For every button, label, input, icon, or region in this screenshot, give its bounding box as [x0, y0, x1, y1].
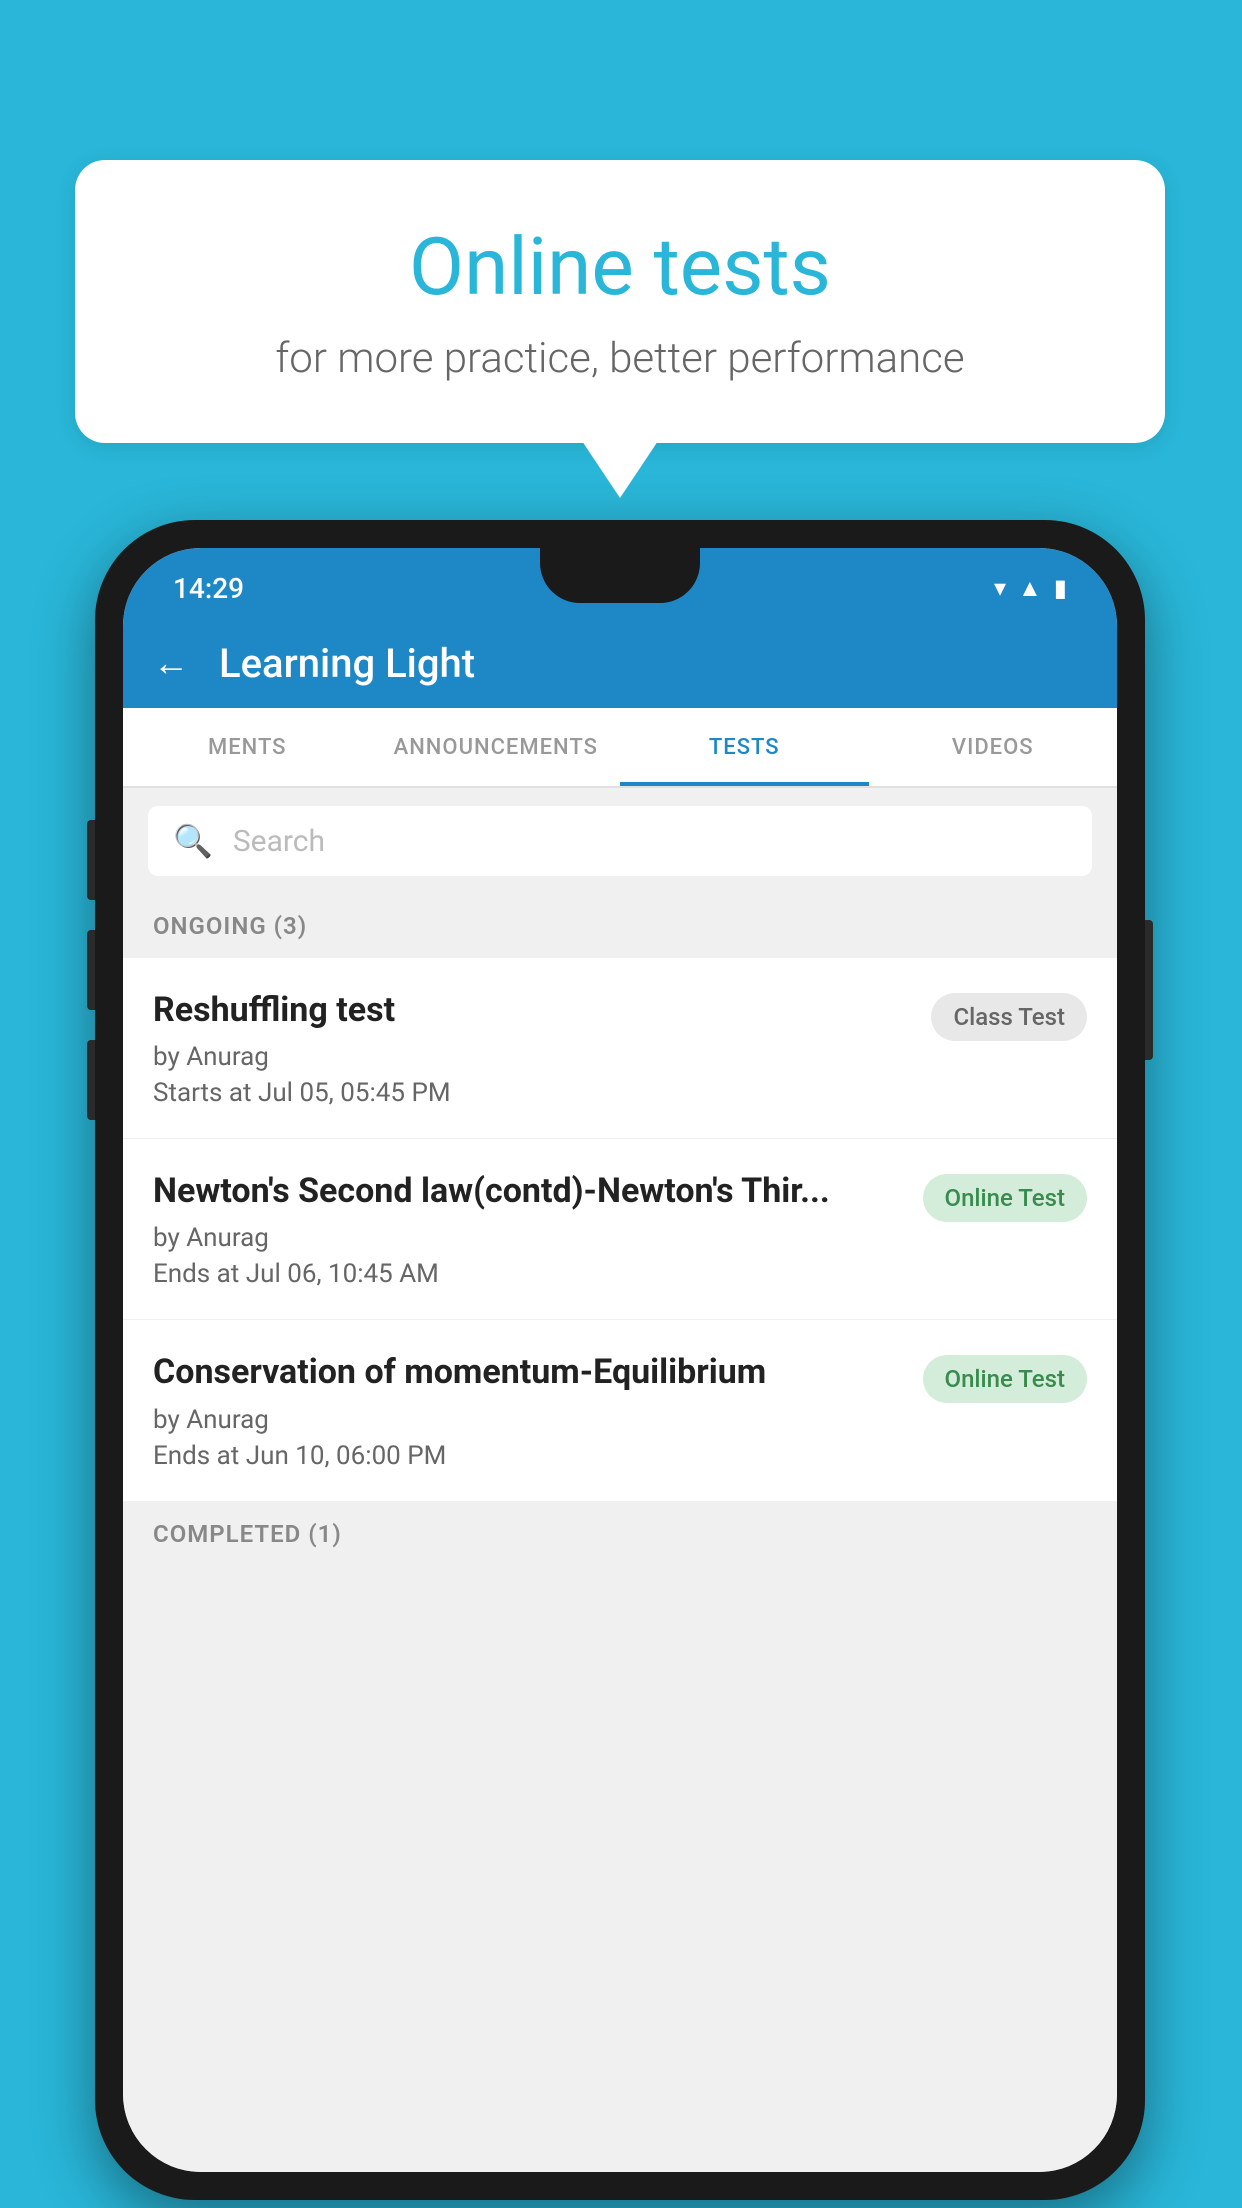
- phone-screen: 14:29 ▾ ▲ ▮ ← Learning Light MENTS ANNOU…: [123, 548, 1117, 2172]
- tabs-container: MENTS ANNOUNCEMENTS TESTS VIDEOS: [123, 708, 1117, 788]
- test-item-3[interactable]: Conservation of momentum-Equilibrium by …: [123, 1320, 1117, 1501]
- phone-body: 14:29 ▾ ▲ ▮ ← Learning Light MENTS ANNOU…: [95, 520, 1145, 2200]
- test-time-3: Ends at Jun 10, 06:00 PM: [153, 1441, 903, 1471]
- search-container: 🔍 Search: [123, 788, 1117, 894]
- completed-section-header: COMPLETED (1): [123, 1502, 1117, 1566]
- test-name-3: Conservation of momentum-Equilibrium: [153, 1350, 903, 1394]
- bubble-subtitle: for more practice, better performance: [155, 334, 1085, 383]
- tests-list: Reshuffling test by Anurag Starts at Jul…: [123, 958, 1117, 1502]
- silent-switch[interactable]: [87, 1040, 95, 1120]
- test-author-2: by Anurag: [153, 1223, 903, 1253]
- app-title: Learning Light: [219, 640, 475, 687]
- speech-bubble: Online tests for more practice, better p…: [75, 160, 1165, 443]
- test-badge-2: Online Test: [923, 1174, 1087, 1222]
- wifi-icon: ▾: [994, 574, 1006, 602]
- test-item-2[interactable]: Newton's Second law(contd)-Newton's Thir…: [123, 1139, 1117, 1320]
- test-author-1: by Anurag: [153, 1042, 911, 1072]
- ongoing-section-header: ONGOING (3): [123, 894, 1117, 958]
- search-icon: 🔍: [173, 822, 213, 860]
- volume-down-button[interactable]: [87, 930, 95, 1010]
- test-content-1: Reshuffling test by Anurag Starts at Jul…: [153, 988, 931, 1108]
- test-author-3: by Anurag: [153, 1405, 903, 1435]
- status-icons: ▾ ▲ ▮: [994, 574, 1067, 603]
- test-item-1[interactable]: Reshuffling test by Anurag Starts at Jul…: [123, 958, 1117, 1139]
- volume-up-button[interactable]: [87, 820, 95, 900]
- status-time: 14:29: [173, 572, 244, 605]
- test-name-1: Reshuffling test: [153, 988, 911, 1032]
- bubble-title: Online tests: [155, 220, 1085, 314]
- battery-icon: ▮: [1054, 574, 1067, 602]
- test-badge-1: Class Test: [931, 993, 1087, 1041]
- back-button[interactable]: ←: [153, 642, 189, 684]
- test-badge-3: Online Test: [923, 1355, 1087, 1403]
- test-time-1: Starts at Jul 05, 05:45 PM: [153, 1078, 911, 1108]
- test-name-2: Newton's Second law(contd)-Newton's Thir…: [153, 1169, 903, 1213]
- phone-notch: [540, 548, 700, 603]
- test-time-2: Ends at Jul 06, 10:45 AM: [153, 1259, 903, 1289]
- power-button[interactable]: [1145, 920, 1153, 1060]
- signal-icon: ▲: [1018, 574, 1042, 603]
- search-bar[interactable]: 🔍 Search: [148, 806, 1092, 876]
- completed-label: COMPLETED (1): [153, 1520, 342, 1548]
- tab-ments[interactable]: MENTS: [123, 708, 372, 786]
- test-content-3: Conservation of momentum-Equilibrium by …: [153, 1350, 923, 1470]
- tab-tests[interactable]: TESTS: [620, 708, 869, 786]
- app-header: ← Learning Light: [123, 618, 1117, 708]
- phone-frame: 14:29 ▾ ▲ ▮ ← Learning Light MENTS ANNOU…: [95, 520, 1145, 2200]
- tab-videos[interactable]: VIDEOS: [869, 708, 1118, 786]
- ongoing-label: ONGOING (3): [153, 912, 307, 940]
- tab-announcements[interactable]: ANNOUNCEMENTS: [372, 708, 621, 786]
- test-content-2: Newton's Second law(contd)-Newton's Thir…: [153, 1169, 923, 1289]
- search-input[interactable]: Search: [233, 824, 325, 859]
- screen-content: 🔍 Search ONGOING (3) Reshuffling test by…: [123, 788, 1117, 2172]
